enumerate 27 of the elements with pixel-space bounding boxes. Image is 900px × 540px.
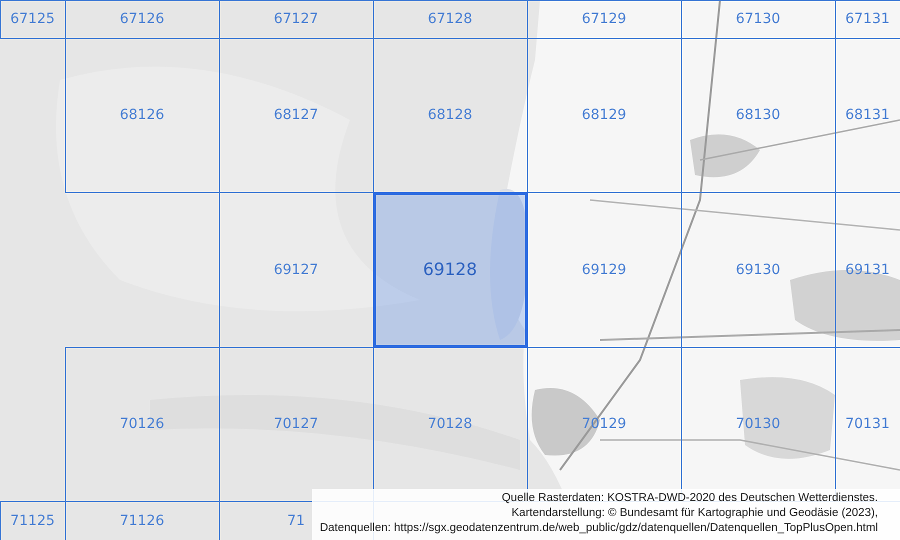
grid-label[interactable]: 69128 <box>422 260 478 280</box>
attribution-text: Quelle Rasterdaten: KOSTRA-DWD-2020 des Deutschen Wetterdienstes. <box>502 491 878 506</box>
grid-label[interactable]: 68127 <box>274 107 318 123</box>
grid-label[interactable]: 70131 <box>845 416 890 432</box>
grid-label[interactable]: 68126 <box>120 107 164 123</box>
grid-label[interactable]: 70127 <box>274 416 318 432</box>
grid-label[interactable]: 68129 <box>582 107 626 123</box>
grid-label[interactable]: 67126 <box>120 11 164 27</box>
grid-label[interactable]: 70126 <box>120 416 164 432</box>
grid-label[interactable]: 68130 <box>736 107 780 123</box>
grid-label[interactable]: 67128 <box>428 11 472 27</box>
grid-label[interactable]: 71126 <box>120 512 164 528</box>
attribution-text: Datenquellen: https://sgx.geodatenzentrum.de/web_public/gdz/datenquellen/Datenquellen_TopPlusOpen.html <box>320 521 878 536</box>
grid-label[interactable]: 67127 <box>274 11 318 27</box>
grid-label[interactable]: 69127 <box>274 262 318 278</box>
attribution-text: Kartendarstellung: © Bundesamt für Kartographie und Geodäsie (2023), <box>512 506 878 521</box>
grid-label[interactable]: 71 <box>287 512 305 528</box>
grid-label[interactable]: 69131 <box>845 262 890 278</box>
grid-label[interactable]: 68128 <box>428 107 472 123</box>
grid-label[interactable]: 70130 <box>736 416 780 432</box>
grid-label[interactable]: 67130 <box>736 11 780 27</box>
grid-label[interactable]: 69129 <box>582 262 626 278</box>
grid-label[interactable]: 68131 <box>845 107 890 123</box>
grid-label[interactable]: 70129 <box>582 416 626 432</box>
grid-label[interactable]: 69130 <box>736 262 780 278</box>
grid-label[interactable]: 70128 <box>428 416 472 432</box>
grid-label[interactable]: 67129 <box>582 11 626 27</box>
